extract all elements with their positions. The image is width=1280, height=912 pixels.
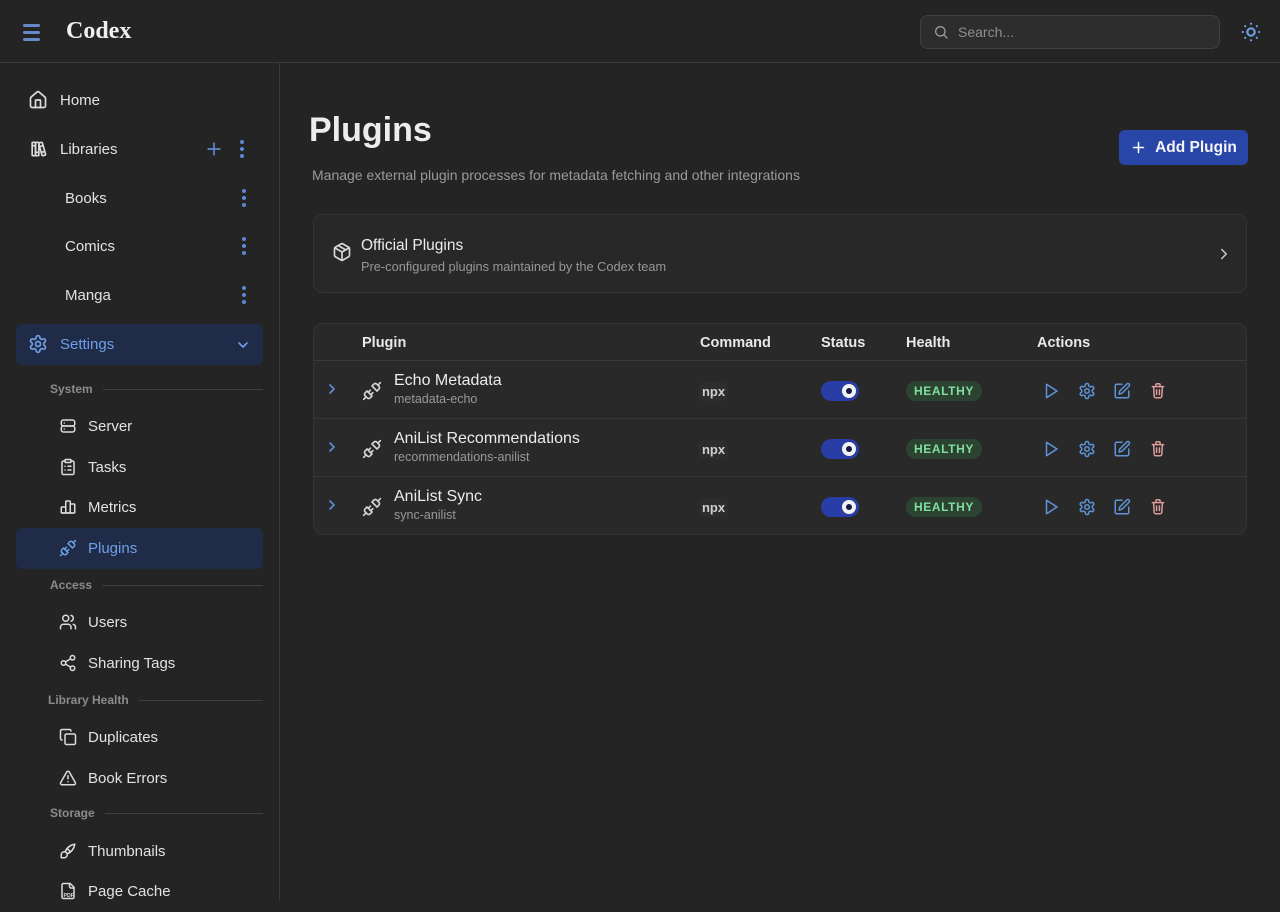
svg-text:PDF: PDF [64,893,75,899]
